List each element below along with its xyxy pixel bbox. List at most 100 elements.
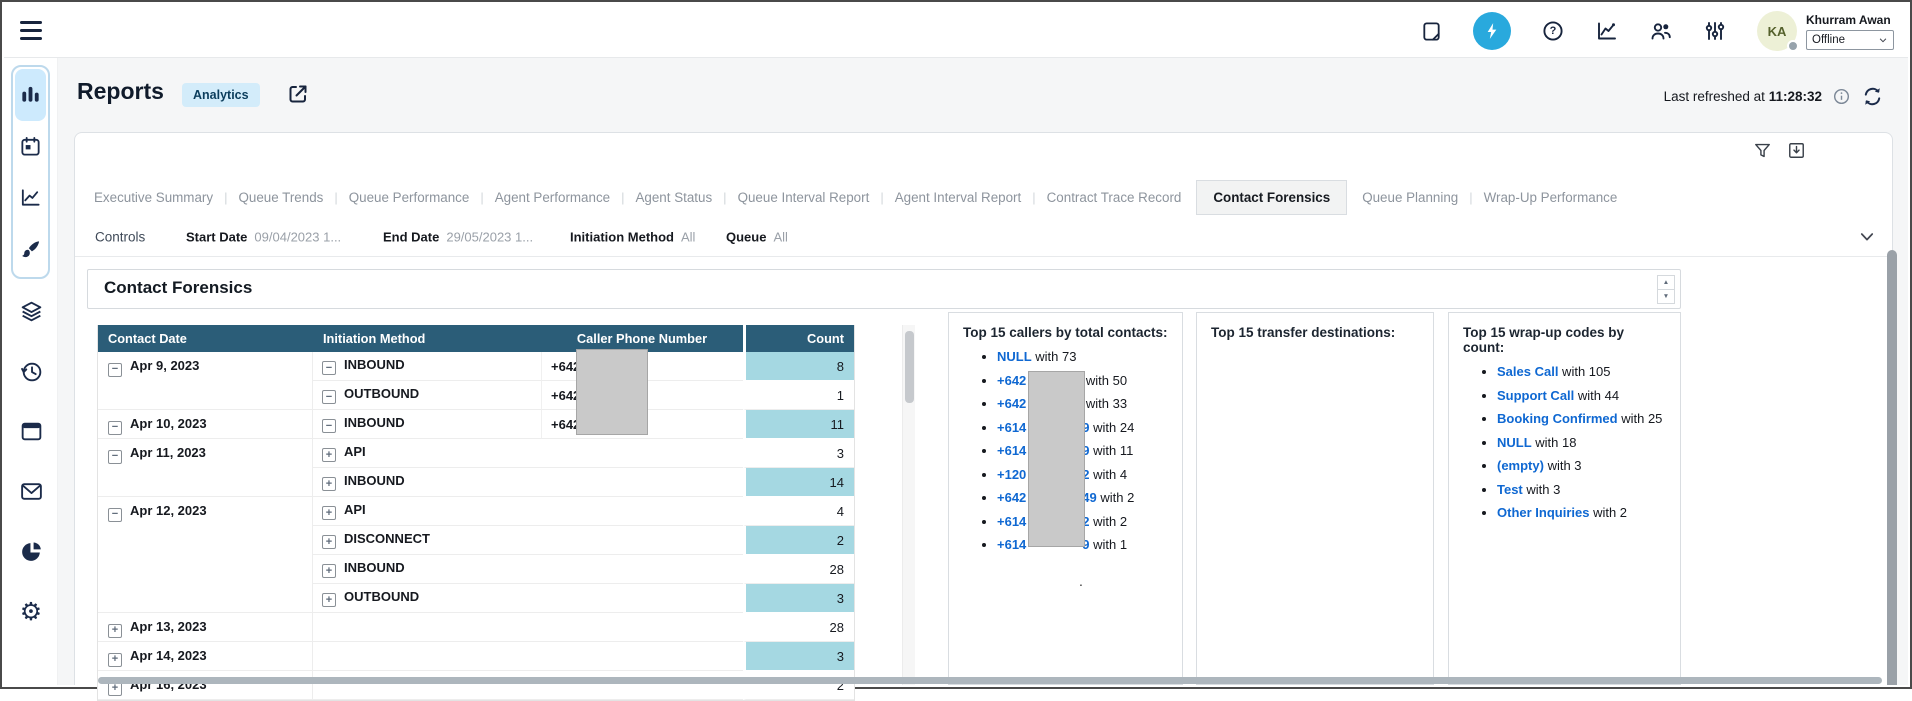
- table-row[interactable]: +Apr 16, 2023 2: [98, 671, 854, 700]
- sidebar-item-design[interactable]: [15, 224, 46, 276]
- caller-link[interactable]: NULL: [997, 349, 1032, 364]
- external-link-icon[interactable]: [286, 82, 310, 106]
- app-window: ? KA Khurram Awan Offline: [0, 0, 1912, 689]
- metrics-icon[interactable]: [1595, 19, 1619, 43]
- expand-toggle-icon[interactable]: +: [322, 564, 336, 578]
- col-initiation-method[interactable]: Initiation Method: [313, 325, 541, 352]
- calendar-icon: [19, 135, 42, 158]
- window-icon: [19, 419, 44, 444]
- expand-toggle-icon[interactable]: +: [322, 593, 336, 607]
- col-caller-phone[interactable]: Caller Phone Number: [541, 325, 743, 352]
- sidebar-item-application[interactable]: [18, 418, 44, 444]
- wrapup-link[interactable]: Other Inquiries: [1497, 505, 1589, 520]
- table-header-row: Contact Date Initiation Method Caller Ph…: [98, 325, 854, 352]
- tab-agent-interval-report[interactable]: Agent Interval Report: [884, 190, 1033, 205]
- sidebar-item-layers[interactable]: [18, 298, 44, 324]
- expand-toggle-icon[interactable]: +: [322, 448, 336, 462]
- list-item: Test with 3: [1497, 482, 1666, 497]
- caller-link[interactable]: +614: [997, 514, 1026, 529]
- collapse-toggle-icon[interactable]: −: [108, 363, 122, 377]
- table-row[interactable]: +Apr 14, 2023 3: [98, 642, 854, 671]
- tab-wrap-up-performance[interactable]: Wrap-Up Performance: [1473, 190, 1629, 205]
- wrapup-link[interactable]: (empty): [1497, 458, 1544, 473]
- preferences-sliders-icon[interactable]: [1703, 19, 1727, 43]
- info-icon[interactable]: [1832, 87, 1851, 106]
- wrapup-link[interactable]: Sales Call: [1497, 364, 1558, 379]
- tab-queue-trends[interactable]: Queue Trends: [227, 190, 334, 205]
- download-icon[interactable]: [1787, 141, 1806, 160]
- filter-icon[interactable]: [1753, 141, 1772, 160]
- sidebar-item-analytics[interactable]: [15, 69, 46, 121]
- status-select[interactable]: Offline: [1806, 30, 1894, 50]
- spinner-down-icon[interactable]: ▼: [1657, 290, 1675, 304]
- expand-toggle-icon[interactable]: +: [322, 535, 336, 549]
- help-icon[interactable]: ?: [1541, 19, 1565, 43]
- panel-title: Top 15 transfer destinations:: [1211, 325, 1419, 340]
- wrapup-link[interactable]: Booking Confirmed: [1497, 411, 1618, 426]
- tab-contact-forensics[interactable]: Contact Forensics: [1196, 180, 1347, 215]
- table-scrollbar-thumb[interactable]: [905, 331, 914, 403]
- expand-toggle-icon[interactable]: +: [322, 506, 336, 520]
- caller-link[interactable]: +614: [997, 420, 1026, 435]
- expand-toggle-icon[interactable]: +: [322, 477, 336, 491]
- wrapup-link[interactable]: NULL: [1497, 435, 1532, 450]
- table-row[interactable]: +Apr 13, 2023 28: [98, 613, 854, 642]
- collapse-toggle-icon[interactable]: −: [108, 421, 122, 435]
- table-row[interactable]: −Apr 11, 2023 +API 3: [98, 439, 854, 468]
- col-count[interactable]: Count: [743, 325, 854, 352]
- section-spinner[interactable]: ▲ ▼: [1657, 275, 1675, 304]
- wrapup-link[interactable]: Test: [1497, 482, 1523, 497]
- collapse-toggle-icon[interactable]: −: [322, 361, 336, 375]
- gear-icon: ⚙: [20, 599, 42, 624]
- caller-link[interactable]: +120: [997, 467, 1026, 482]
- sidebar-item-settings[interactable]: ⚙: [18, 598, 44, 624]
- list-item: (empty) with 3: [1497, 458, 1666, 473]
- team-icon[interactable]: [1649, 19, 1673, 43]
- sidebar-item-history[interactable]: [18, 358, 44, 384]
- quick-connect-bolt-icon[interactable]: [1473, 12, 1511, 50]
- tab-agent-status[interactable]: Agent Status: [624, 190, 723, 205]
- expand-toggle-icon[interactable]: +: [108, 653, 122, 667]
- table-row[interactable]: −Apr 12, 2023 +API 4: [98, 497, 854, 526]
- collapse-toggle-icon[interactable]: −: [322, 419, 336, 433]
- caller-link[interactable]: +614: [997, 537, 1026, 552]
- user-name: Khurram Awan: [1806, 13, 1894, 27]
- tab-queue-performance[interactable]: Queue Performance: [338, 190, 481, 205]
- brush-icon: [19, 238, 42, 261]
- notes-icon[interactable]: [1419, 19, 1443, 43]
- caller-link[interactable]: +642: [997, 373, 1026, 388]
- sidebar-item-line-chart[interactable]: [15, 172, 46, 224]
- table-scrollbar[interactable]: [902, 325, 915, 685]
- tab-executive-summary[interactable]: Executive Summary: [83, 190, 224, 205]
- col-contact-date[interactable]: Contact Date: [98, 325, 313, 352]
- sidebar-item-pie-chart[interactable]: [18, 538, 44, 564]
- table-row[interactable]: −Apr 10, 2023 −INBOUND +642 11: [98, 410, 854, 439]
- spinner-up-icon[interactable]: ▲: [1657, 275, 1675, 290]
- tab-queue-planning[interactable]: Queue Planning: [1351, 190, 1469, 205]
- caller-link[interactable]: +614: [997, 443, 1026, 458]
- collapse-toggle-icon[interactable]: −: [108, 508, 122, 522]
- refresh-icon[interactable]: [1861, 85, 1884, 108]
- caller-link[interactable]: +642: [997, 490, 1026, 505]
- tab-queue-interval-report[interactable]: Queue Interval Report: [727, 190, 881, 205]
- controls-collapse-chevron-icon[interactable]: [1858, 228, 1876, 246]
- sidebar-item-mail[interactable]: [18, 478, 44, 504]
- caller-link[interactable]: +642: [997, 396, 1026, 411]
- hamburger-menu-icon[interactable]: [20, 21, 42, 40]
- tab-agent-performance[interactable]: Agent Performance: [484, 190, 621, 205]
- control-queue[interactable]: QueueAll: [726, 229, 788, 244]
- collapse-toggle-icon[interactable]: −: [322, 390, 336, 404]
- table-row[interactable]: −Apr 9, 2023 −INBOUND +642 8: [98, 352, 854, 381]
- control-initiation-method[interactable]: Initiation MethodAll: [570, 229, 695, 244]
- expand-toggle-icon[interactable]: +: [108, 624, 122, 638]
- list-item: Other Inquiries with 2: [1497, 505, 1666, 520]
- collapse-toggle-icon[interactable]: −: [108, 450, 122, 464]
- control-end-date[interactable]: End Date29/05/2023 1...: [383, 229, 533, 244]
- control-start-date[interactable]: Start Date09/04/2023 1...: [186, 229, 341, 244]
- wrapup-link[interactable]: Support Call: [1497, 388, 1574, 403]
- tab-contract-trace-record[interactable]: Contract Trace Record: [1036, 190, 1193, 205]
- vertical-scrollbar-thumb[interactable]: [1887, 250, 1897, 685]
- avatar[interactable]: KA: [1757, 11, 1797, 51]
- horizontal-scrollbar-thumb[interactable]: [98, 677, 1882, 684]
- sidebar-item-calendar[interactable]: [15, 121, 46, 173]
